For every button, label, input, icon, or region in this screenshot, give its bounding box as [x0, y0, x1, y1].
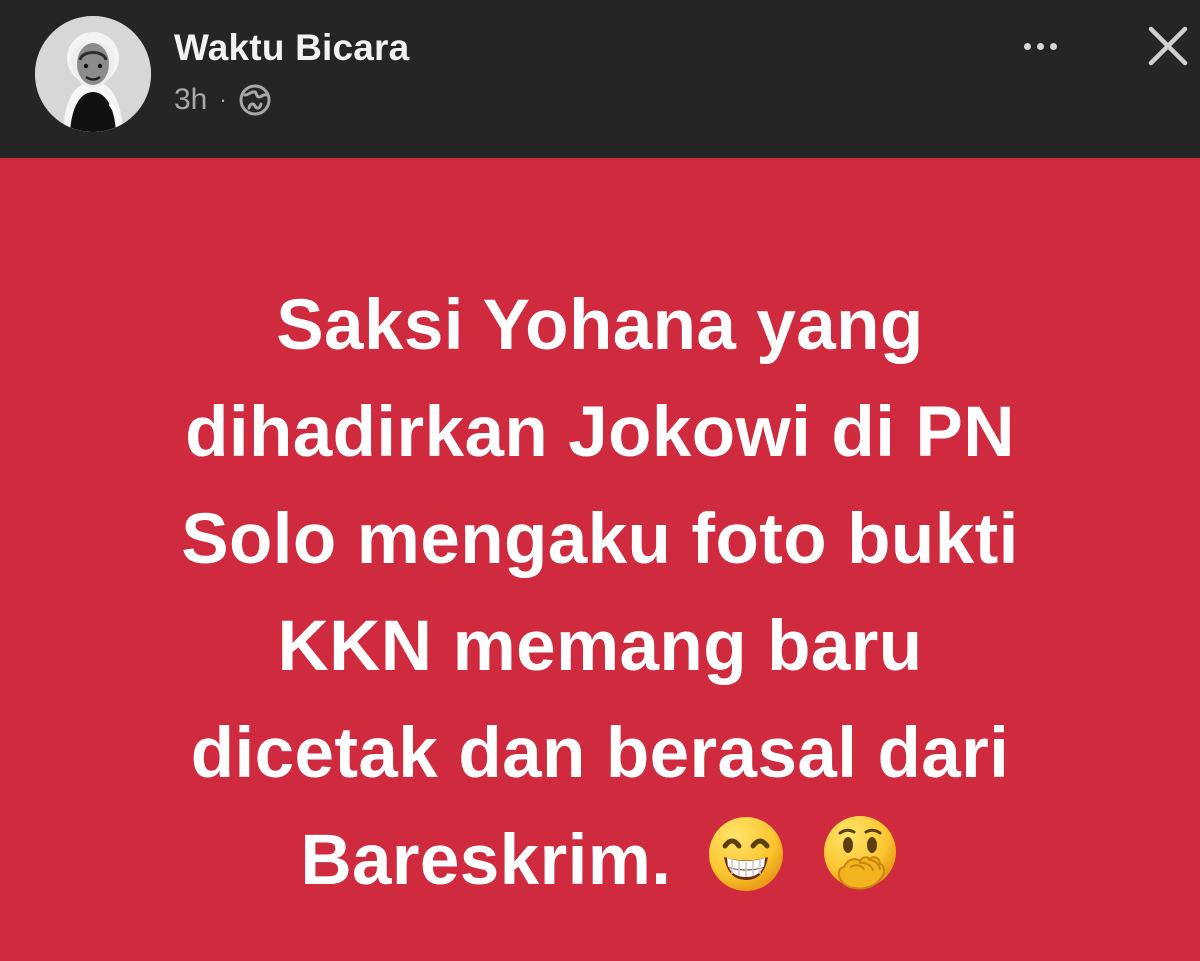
avatar-image — [35, 16, 151, 132]
more-options-icon — [1049, 42, 1057, 50]
grinning-face-with-smiling-eyes-emoji — [706, 814, 786, 894]
post-text-line-4: KKN memang baru — [277, 607, 923, 686]
meta-separator: · — [219, 87, 227, 112]
post-time[interactable]: 3h — [174, 83, 207, 117]
post-text: Saksi Yohana yang dihadirkan Jokowi di P… — [50, 272, 1150, 914]
more-options-icon — [1036, 42, 1044, 50]
post-header: Waktu Bicara 3h · — [0, 0, 1200, 158]
post-text-line-5: dicetak dan berasal dari — [190, 714, 1010, 793]
post-text-last-words: Bareskrim. — [300, 821, 672, 900]
post-text-line-6: Bareskrim. — [50, 807, 1150, 914]
post-text-line-3: Solo mengaku foto bukti — [181, 500, 1019, 579]
globe-icon — [239, 84, 271, 116]
avatar[interactable] — [35, 16, 151, 132]
post-text-line-1: Saksi Yohana yang — [276, 286, 924, 365]
post-text-line-2: dihadirkan Jokowi di PN — [185, 393, 1015, 472]
author-name[interactable]: Waktu Bicara — [174, 24, 409, 72]
close-icon[interactable] — [1140, 18, 1196, 74]
face-with-hand-over-mouth-emoji — [820, 814, 900, 894]
more-options-button[interactable] — [1008, 24, 1072, 68]
post-content: Saksi Yohana yang dihadirkan Jokowi di P… — [0, 158, 1200, 961]
more-options-icon — [1023, 42, 1031, 50]
post-meta: 3h · — [174, 80, 273, 120]
